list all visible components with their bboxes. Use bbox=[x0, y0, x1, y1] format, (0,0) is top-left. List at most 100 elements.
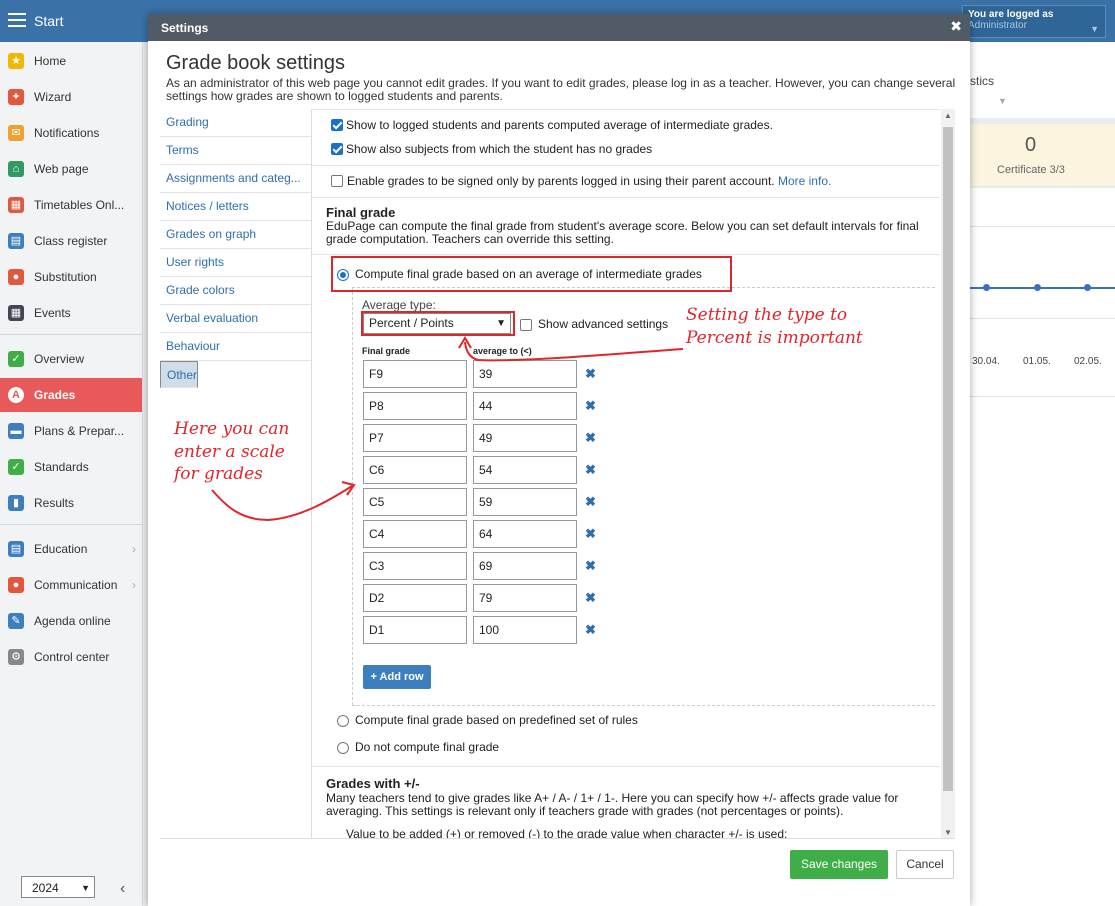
remove-row-icon[interactable]: ✖ bbox=[585, 622, 596, 638]
average-to-input[interactable]: 64 bbox=[473, 520, 577, 548]
col-final-grade: Final grade bbox=[362, 346, 411, 356]
nav-item-grade-colors[interactable]: Grade colors bbox=[160, 277, 311, 305]
final-grade-description: EduPage can compute the final grade from… bbox=[326, 219, 919, 246]
scrollbar[interactable]: ▲ ▼ bbox=[941, 109, 955, 839]
cancel-button[interactable]: Cancel bbox=[896, 850, 954, 879]
show-advanced-checkbox[interactable] bbox=[520, 319, 532, 331]
close-icon[interactable]: ✖ bbox=[950, 18, 962, 35]
divider bbox=[312, 766, 940, 767]
nav-item-grades-on-graph[interactable]: Grades on graph bbox=[160, 221, 311, 249]
final-grade-heading: Final grade bbox=[326, 205, 396, 220]
sidebar-item-label: Web page bbox=[34, 162, 89, 176]
final-grade-input[interactable]: F9 bbox=[363, 360, 467, 388]
remove-row-icon[interactable]: ✖ bbox=[585, 398, 596, 414]
final-grade-input[interactable]: C5 bbox=[363, 488, 467, 516]
average-to-input[interactable]: 44 bbox=[473, 392, 577, 420]
average-to-input[interactable]: 49 bbox=[473, 424, 577, 452]
final-grade-input[interactable]: C6 bbox=[363, 456, 467, 484]
shield-icon: ✓ bbox=[8, 459, 24, 475]
pen-icon: ✎ bbox=[8, 613, 24, 629]
show-average-checkbox[interactable] bbox=[331, 119, 343, 131]
final-grade-input[interactable]: P8 bbox=[363, 392, 467, 420]
sidebar-item-standards[interactable]: ✓ Standards bbox=[0, 450, 142, 484]
average-to-input[interactable]: 54 bbox=[473, 456, 577, 484]
average-to-input[interactable]: 100 bbox=[473, 616, 577, 644]
sidebar-item-wizard[interactable]: ✦ Wizard bbox=[0, 80, 142, 114]
graph-date: 02.05. bbox=[1074, 356, 1102, 367]
page-title: Grade book settings bbox=[166, 52, 345, 74]
check-circle-icon: ✓ bbox=[8, 351, 24, 367]
final-grade-input[interactable]: C4 bbox=[363, 520, 467, 548]
nav-item-assignments-and-categ[interactable]: Assignments and categ... bbox=[160, 165, 311, 193]
sidebar-item-web-page[interactable]: ⌂ Web page bbox=[0, 152, 142, 186]
signed-by-parents-checkbox[interactable] bbox=[331, 175, 343, 187]
divider bbox=[0, 334, 142, 335]
final-grade-input[interactable]: P7 bbox=[363, 424, 467, 452]
radio-none-label: Do not compute final grade bbox=[355, 740, 500, 754]
settings-nav: Grading Terms Assignments and categ... Noti… bbox=[160, 109, 311, 388]
final-grade-input[interactable]: D1 bbox=[363, 616, 467, 644]
remove-row-icon[interactable]: ✖ bbox=[585, 462, 596, 478]
sidebar-item-timetables-onl[interactable]: ▦ Timetables Onl... bbox=[0, 188, 142, 222]
sidebar-item-class-register[interactable]: ▤ Class register bbox=[0, 224, 142, 258]
sidebar-item-plans-prepar[interactable]: ▬ Plans & Prepar... bbox=[0, 414, 142, 448]
nav-item-notices-letters[interactable]: Notices / letters bbox=[160, 193, 311, 221]
nav-item-grading[interactable]: Grading bbox=[160, 109, 311, 137]
background-stat: 0 Certificate 3/3 bbox=[970, 124, 1115, 186]
year-select[interactable]: 2024 ▼ bbox=[21, 876, 95, 898]
remove-row-icon[interactable]: ✖ bbox=[585, 558, 596, 574]
nav-item-behaviour[interactable]: Behaviour bbox=[160, 333, 311, 361]
sidebar-item-substitution[interactable]: ● Substitution bbox=[0, 260, 142, 294]
average-to-input[interactable]: 59 bbox=[473, 488, 577, 516]
sidebar-item-overview[interactable]: ✓ Overview bbox=[0, 342, 142, 376]
sidebar-item-label: Communication bbox=[34, 578, 118, 592]
more-info-link[interactable]: More info. bbox=[778, 174, 831, 188]
remove-row-icon[interactable]: ✖ bbox=[585, 430, 596, 446]
remove-row-icon[interactable]: ✖ bbox=[585, 366, 596, 382]
sidebar-item-grades[interactable]: A Grades bbox=[0, 378, 142, 412]
remove-row-icon[interactable]: ✖ bbox=[585, 526, 596, 542]
sidebar-item-events[interactable]: ▦ Events bbox=[0, 296, 142, 330]
start-label[interactable]: Start bbox=[34, 13, 64, 29]
col-average-to: average to (<) bbox=[473, 346, 532, 356]
sidebar-item-home[interactable]: ★ Home bbox=[0, 44, 142, 78]
background-tab[interactable]: stics bbox=[970, 74, 994, 88]
show-no-grades-checkbox[interactable] bbox=[331, 143, 343, 155]
sidebar-item-label: Substitution bbox=[34, 270, 97, 284]
sidebar-item-control-center[interactable]: ⚙ Control center bbox=[0, 640, 142, 674]
bar-chart-icon: ▮ bbox=[8, 495, 24, 511]
sidebar-item-education[interactable]: ▤ Education › bbox=[0, 532, 142, 566]
radio-rules[interactable] bbox=[337, 715, 349, 727]
menu-icon[interactable] bbox=[8, 13, 26, 27]
user-menu[interactable]: You are logged as Administrator ▼ bbox=[962, 5, 1106, 38]
radio-none[interactable] bbox=[337, 742, 349, 754]
scrollbar-thumb[interactable] bbox=[943, 127, 953, 791]
scroll-up-icon[interactable]: ▲ bbox=[944, 111, 952, 120]
scroll-down-icon[interactable]: ▼ bbox=[944, 828, 952, 837]
nav-item-other[interactable]: Other bbox=[160, 361, 199, 388]
sidebar-item-notifications[interactable]: ✉ Notifications bbox=[0, 116, 142, 150]
envelope-icon: ✉ bbox=[8, 125, 24, 141]
average-to-input[interactable]: 69 bbox=[473, 552, 577, 580]
average-to-input[interactable]: 79 bbox=[473, 584, 577, 612]
nav-item-terms[interactable]: Terms bbox=[160, 137, 311, 165]
average-to-input[interactable]: 39 bbox=[473, 360, 577, 388]
chevron-right-icon: › bbox=[132, 578, 136, 592]
plus-minus-description: Many teachers tend to give grades like A… bbox=[326, 791, 899, 818]
add-row-button[interactable]: + Add row bbox=[363, 665, 431, 689]
final-grade-input[interactable]: C3 bbox=[363, 552, 467, 580]
remove-row-icon[interactable]: ✖ bbox=[585, 494, 596, 510]
nav-item-user-rights[interactable]: User rights bbox=[160, 249, 311, 277]
nav-item-verbal-evaluation[interactable]: Verbal evaluation bbox=[160, 305, 311, 333]
collapse-sidebar-icon[interactable]: ‹ bbox=[120, 880, 125, 898]
sidebar-item-label: Timetables Onl... bbox=[34, 198, 125, 212]
sidebar-item-results[interactable]: ▮ Results bbox=[0, 486, 142, 520]
save-button[interactable]: Save changes bbox=[790, 850, 888, 879]
chevron-right-icon: › bbox=[132, 542, 136, 556]
divider bbox=[970, 318, 1115, 319]
sidebar-item-label: Class register bbox=[34, 234, 108, 248]
remove-row-icon[interactable]: ✖ bbox=[585, 590, 596, 606]
sidebar-item-communication[interactable]: ● Communication › bbox=[0, 568, 142, 602]
sidebar-item-agenda-online[interactable]: ✎ Agenda online bbox=[0, 604, 142, 638]
final-grade-input[interactable]: D2 bbox=[363, 584, 467, 612]
